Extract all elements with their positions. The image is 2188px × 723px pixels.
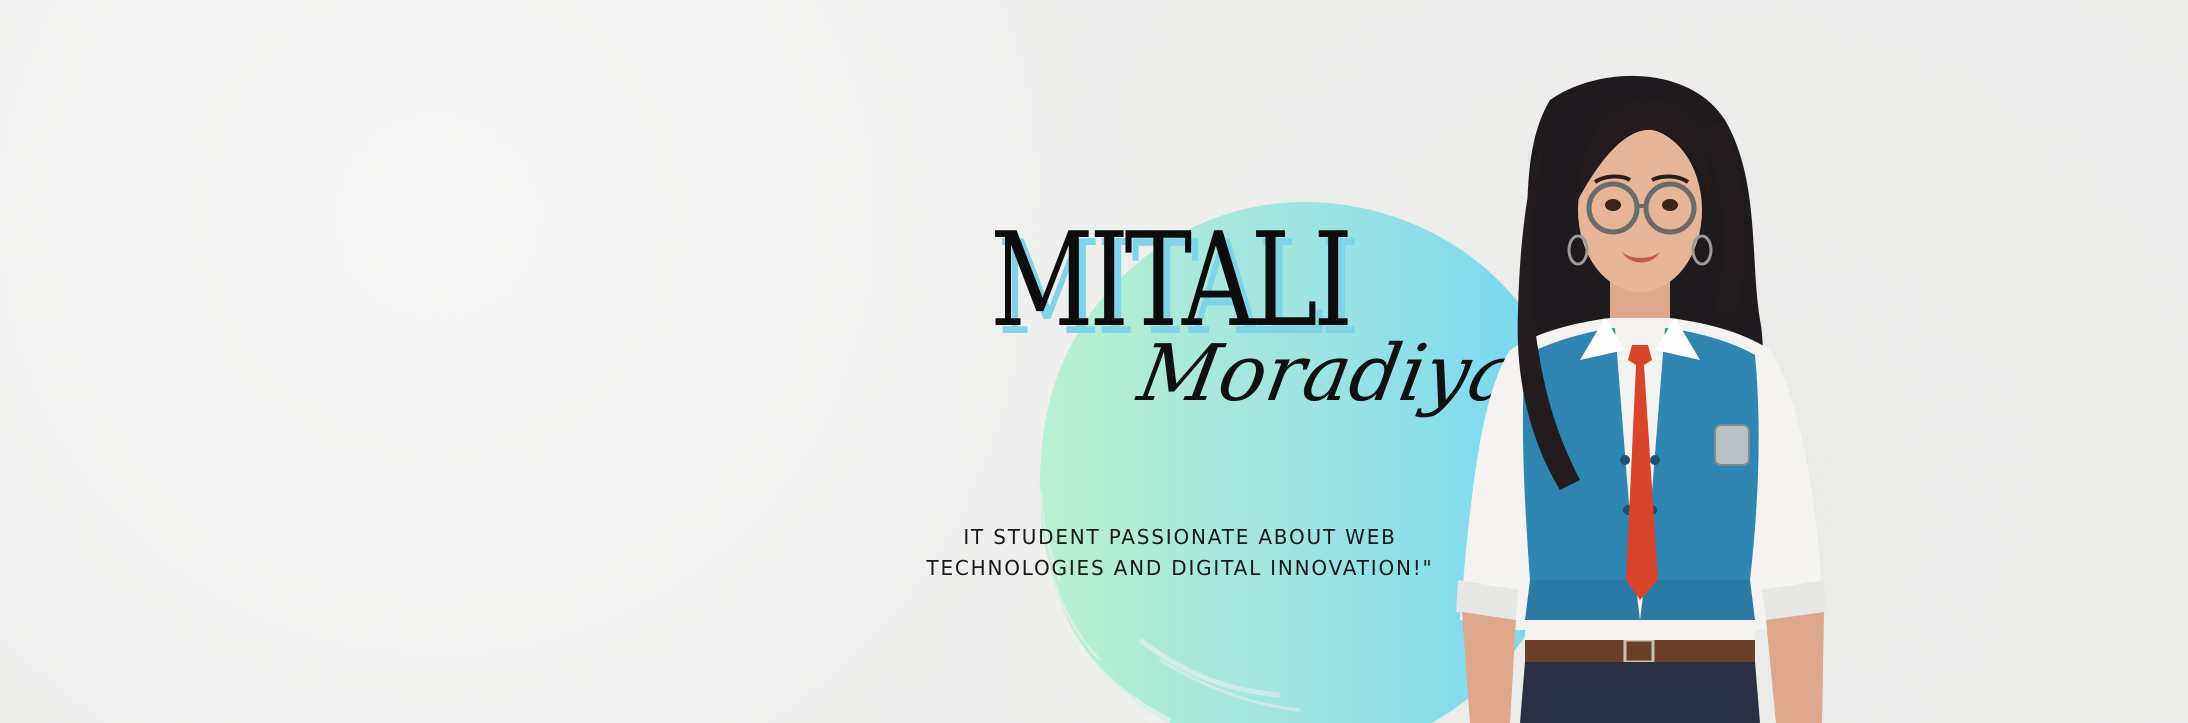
first-name-heading: MITALI [990, 204, 1353, 356]
profile-banner: MITALI Moradiya IT STUDENT PASSIONATE AB… [0, 0, 2188, 723]
tagline-line-1: IT STUDENT PASSIONATE ABOUT WEB [963, 525, 1397, 549]
tagline: IT STUDENT PASSIONATE ABOUT WEB TECHNOLO… [880, 522, 1480, 584]
student-avatar-icon [1456, 75, 1826, 723]
tagline-line-2: TECHNOLOGIES AND DIGITAL INNOVATION!" [926, 556, 1434, 580]
